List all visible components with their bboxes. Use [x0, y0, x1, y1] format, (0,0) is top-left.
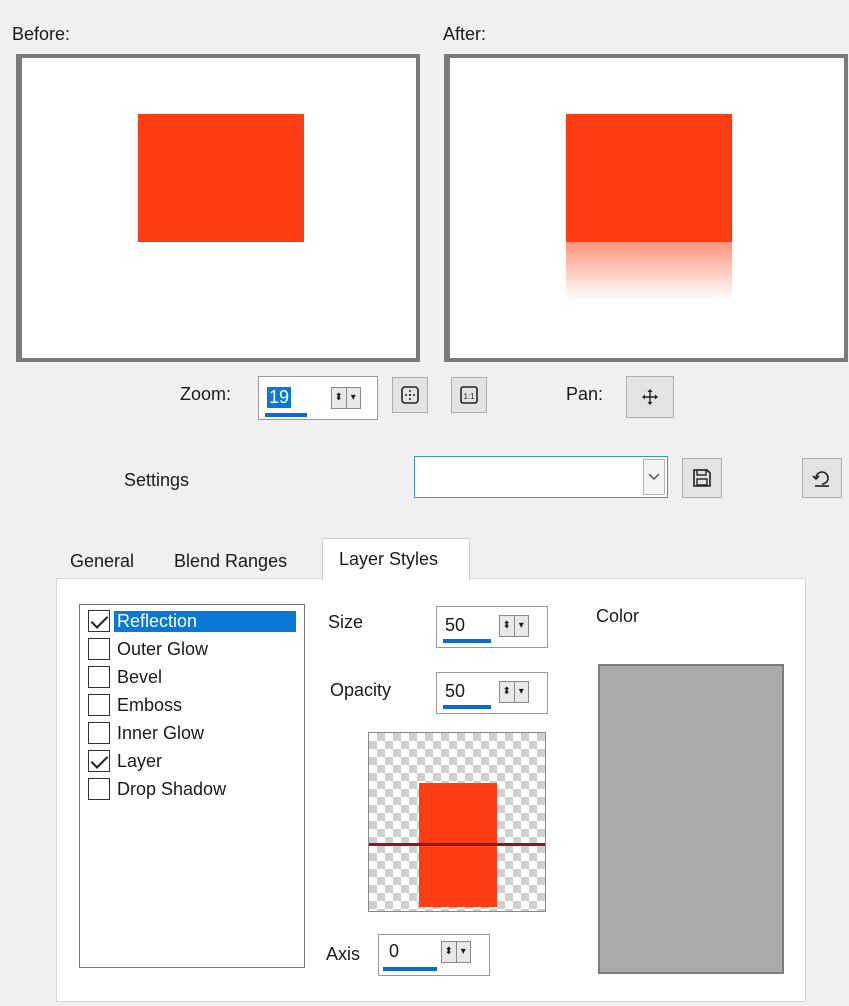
- spin-up-down-icon[interactable]: ⬍: [500, 616, 514, 636]
- after-preview[interactable]: [444, 54, 848, 362]
- axis-spin-buttons[interactable]: ⬍ ▾: [441, 941, 471, 963]
- tab-layer-styles[interactable]: Layer Styles: [322, 538, 470, 580]
- color-swatch[interactable]: [598, 664, 784, 974]
- spin-up-down-icon[interactable]: ⬍: [332, 388, 346, 408]
- dropdown-arrow-icon[interactable]: ▾: [455, 942, 471, 962]
- opacity-spin-buttons[interactable]: ⬍ ▾: [499, 681, 529, 703]
- before-preview[interactable]: [16, 54, 420, 362]
- list-item-outer-glow[interactable]: Outer Glow: [88, 635, 211, 663]
- tab-blend-ranges[interactable]: Blend Ranges: [174, 551, 287, 572]
- size-spinner[interactable]: 50 ⬍ ▾: [436, 606, 548, 648]
- dropdown-arrow-icon[interactable]: ▾: [513, 682, 529, 702]
- axis-value[interactable]: 0: [389, 941, 399, 962]
- list-item-inner-glow[interactable]: Inner Glow: [88, 719, 207, 747]
- reset-arrow-icon: [812, 471, 829, 487]
- spin-up-down-icon[interactable]: ⬍: [500, 682, 514, 702]
- zoom-underline: [265, 413, 307, 417]
- zoom-label: Zoom:: [180, 384, 232, 404]
- opacity-underline: [443, 705, 491, 709]
- bevel-checkbox[interactable]: [88, 666, 110, 688]
- axis-spinner[interactable]: 0 ⬍ ▾: [378, 934, 490, 976]
- axis-underline: [383, 967, 437, 971]
- save-disk-icon: [693, 469, 711, 487]
- settings-label: Settings: [124, 470, 190, 490]
- after-shape: [566, 114, 732, 242]
- reflection-label: Reflection: [114, 610, 296, 632]
- inner-glow-checkbox[interactable]: [88, 722, 110, 744]
- actual-size-button[interactable]: 1:1: [451, 377, 487, 413]
- reflection-checkbox[interactable]: [88, 610, 110, 632]
- before-shape: [138, 114, 304, 242]
- list-item-drop-shadow[interactable]: Drop Shadow: [88, 775, 229, 803]
- axis-line[interactable]: [369, 843, 545, 846]
- opacity-label: Opacity: [330, 680, 392, 700]
- chevron-down-icon[interactable]: [643, 459, 665, 495]
- effects-list[interactable]: Reflection Outer Glow Bevel Emboss Inner…: [79, 604, 305, 968]
- actual-size-icon: 1:1: [460, 386, 478, 404]
- inner-glow-label: Inner Glow: [117, 722, 205, 743]
- list-item-reflection[interactable]: Reflection: [88, 607, 296, 635]
- layer-checkbox[interactable]: [88, 750, 110, 772]
- pan-button[interactable]: [626, 376, 674, 418]
- axis-label: Axis: [326, 944, 361, 964]
- color-label: Color: [596, 606, 640, 626]
- dropdown-arrow-icon[interactable]: ▾: [345, 388, 361, 408]
- zoom-spin-buttons[interactable]: ⬍ ▾: [331, 387, 361, 409]
- emboss-label: Emboss: [117, 694, 183, 715]
- reset-settings-button[interactable]: [802, 458, 842, 498]
- size-value[interactable]: 50: [445, 615, 465, 636]
- before-label: Before:: [12, 24, 71, 44]
- spin-up-down-icon[interactable]: ⬍: [442, 942, 456, 962]
- pan-label: Pan:: [566, 384, 604, 404]
- bevel-label: Bevel: [117, 666, 163, 687]
- zoom-fit-button[interactable]: [392, 377, 428, 413]
- tab-layer-styles-label: Layer Styles: [339, 549, 439, 569]
- save-settings-button[interactable]: [682, 458, 722, 498]
- layer-label: Layer: [117, 750, 163, 771]
- move-arrows-icon: [642, 389, 658, 405]
- settings-dropdown[interactable]: [414, 456, 668, 498]
- opacity-spinner[interactable]: 50 ⬍ ▾: [436, 672, 548, 714]
- reflection-axis-preview[interactable]: [368, 732, 546, 912]
- after-label: After:: [443, 24, 487, 44]
- zoom-value[interactable]: 19: [267, 387, 292, 408]
- emboss-checkbox[interactable]: [88, 694, 110, 716]
- dropdown-arrow-icon[interactable]: ▾: [513, 616, 529, 636]
- tab-general[interactable]: General: [70, 551, 134, 572]
- zoom-to-fit-icon: [401, 386, 419, 404]
- drop-shadow-checkbox[interactable]: [88, 778, 110, 800]
- outer-glow-checkbox[interactable]: [88, 638, 110, 660]
- list-item-bevel[interactable]: Bevel: [88, 663, 165, 691]
- size-spin-buttons[interactable]: ⬍ ▾: [499, 615, 529, 637]
- zoom-spinner[interactable]: 19 ⬍ ▾: [258, 376, 378, 420]
- svg-text:1:1: 1:1: [463, 392, 475, 401]
- size-underline: [443, 639, 491, 643]
- drop-shadow-label: Drop Shadow: [117, 778, 227, 799]
- after-shape-reflection: [566, 242, 732, 300]
- opacity-value[interactable]: 50: [445, 681, 465, 702]
- outer-glow-label: Outer Glow: [117, 638, 209, 659]
- list-item-layer[interactable]: Layer: [88, 747, 165, 775]
- size-label: Size: [328, 612, 364, 632]
- list-item-emboss[interactable]: Emboss: [88, 691, 185, 719]
